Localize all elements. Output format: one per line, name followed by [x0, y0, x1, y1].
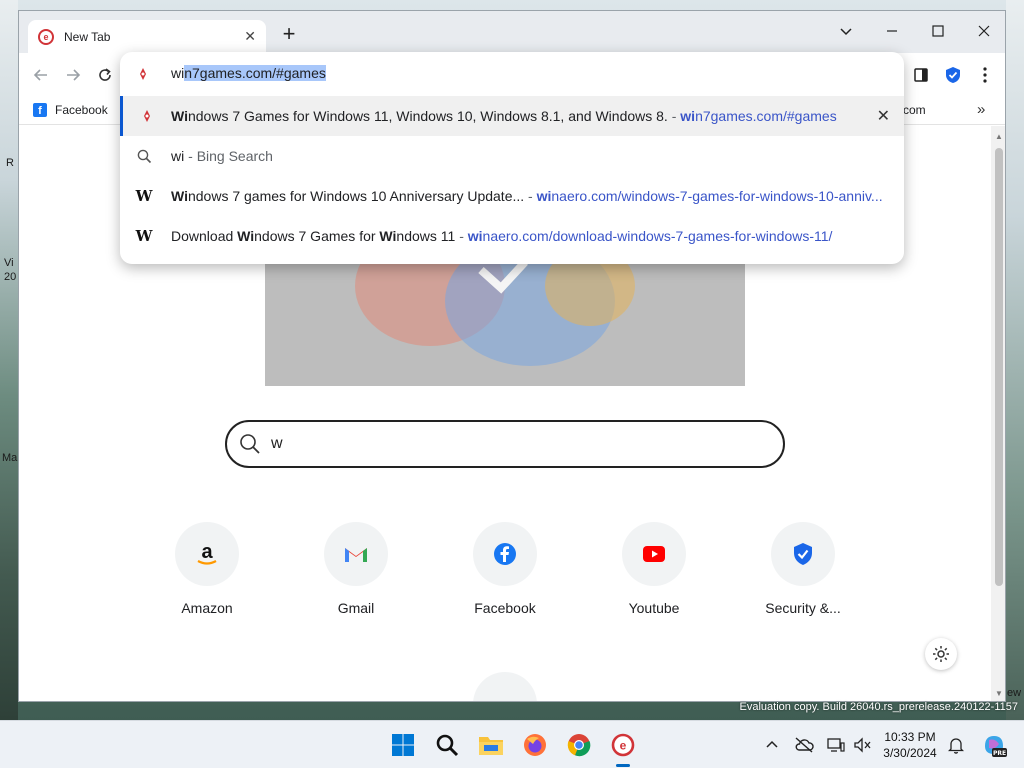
suggestion-row[interactable]: W Windows 7 games for Windows 10 Anniver…	[120, 176, 904, 216]
copilot-badge: PRE	[993, 750, 1006, 757]
suggestion-row[interactable]: Windows 7 Games for Windows 11, Windows …	[120, 96, 904, 136]
winaero-favicon-icon: W	[135, 187, 153, 205]
page-search-input[interactable]	[271, 435, 741, 453]
facebook-icon: f	[33, 103, 47, 117]
tab-favicon-icon: e	[38, 28, 54, 45]
tile-label: Security &...	[765, 600, 841, 616]
shortcut-facebook[interactable]: Facebook	[445, 522, 565, 616]
svg-text:a: a	[201, 541, 213, 563]
shield-extension-icon[interactable]	[941, 63, 965, 87]
address-bar[interactable]: win7games.com/#games	[120, 52, 904, 96]
tab-close-icon[interactable]: ✕	[244, 28, 256, 45]
tab-new-tab[interactable]: e New Tab ✕	[28, 20, 266, 53]
shortcut-security[interactable]: Security &...	[743, 522, 863, 616]
address-typed-text: wi	[171, 65, 185, 81]
suggestion-text: wi - Bing Search	[171, 148, 273, 164]
maximize-button[interactable]	[915, 17, 961, 45]
chevron-up-icon[interactable]	[762, 735, 782, 755]
windows-start-icon[interactable]	[389, 731, 417, 759]
win7games-favicon-icon	[139, 108, 155, 124]
firefox-icon[interactable]	[521, 731, 549, 759]
scroll-up-icon[interactable]: ▲	[995, 132, 1003, 141]
chrome-icon[interactable]	[565, 731, 593, 759]
page-search-box[interactable]	[225, 420, 785, 468]
title-bar: e New Tab ✕ +	[19, 11, 1005, 53]
file-explorer-icon[interactable]	[477, 731, 505, 759]
sidebar-toggle-icon[interactable]	[909, 63, 933, 87]
tile-label: Youtube	[628, 600, 680, 616]
suggestion-text: Download Windows 7 Games for Windows 11 …	[171, 228, 833, 244]
desktop-icon-label[interactable]: 20	[4, 271, 16, 283]
taskbar: e 10:33 PM 3/30/2024 PRE	[0, 720, 1024, 768]
active-app-indicator	[616, 764, 630, 767]
desktop-left-strip	[0, 0, 18, 720]
facebook-icon	[473, 522, 537, 586]
desktop-right-strip	[1006, 0, 1024, 720]
amazon-icon: a	[175, 522, 239, 586]
search-icon	[136, 148, 152, 164]
bookmark-label: Facebook	[55, 103, 108, 117]
tab-title: New Tab	[64, 29, 111, 44]
youtube-icon	[622, 522, 686, 586]
gmail-icon	[324, 522, 388, 586]
shortcut-youtube[interactable]: Youtube	[594, 522, 714, 616]
suggestion-row[interactable]: wi - Bing Search	[120, 136, 904, 176]
shortcut-gmail[interactable]: Gmail	[296, 522, 416, 616]
shortcut-amazon[interactable]: a Amazon	[147, 522, 267, 616]
forward-button[interactable]	[61, 63, 85, 87]
notification-bell-icon[interactable]	[946, 735, 966, 755]
desktop-icon-label[interactable]: Vi	[4, 257, 14, 269]
security-icon	[771, 522, 835, 586]
search-icon[interactable]	[433, 731, 461, 759]
menu-icon[interactable]	[973, 63, 997, 87]
settings-gear-icon[interactable]	[925, 638, 957, 670]
onedrive-offline-icon[interactable]	[794, 735, 814, 755]
partial-tile[interactable]	[473, 672, 537, 701]
suggestion-text: Windows 7 games for Windows 10 Anniversa…	[171, 188, 883, 204]
remove-suggestion-icon[interactable]: ✕	[877, 106, 890, 126]
tile-label: Facebook	[474, 600, 536, 616]
desktop-icon-label[interactable]: R	[6, 157, 14, 169]
shortcut-tiles: a Amazon Gmail Facebook Youtube Security…	[19, 522, 991, 632]
scrollbar-thumb[interactable]	[995, 148, 1003, 586]
bookmark-facebook[interactable]: f Facebook	[33, 103, 108, 117]
winaero-favicon-icon: W	[135, 227, 153, 245]
tab-search-chevron-icon[interactable]	[823, 17, 869, 45]
clock-time: 10:33 PM	[884, 730, 936, 744]
scroll-down-icon[interactable]: ▼	[995, 689, 1003, 698]
win7games-favicon-icon	[140, 68, 146, 80]
evaluation-watermark: Evaluation copy. Build 26040.rs_prerelea…	[739, 701, 1018, 713]
minimize-button[interactable]	[869, 17, 915, 45]
address-autocomplete-selection: n7games.com/#games	[184, 65, 326, 81]
copilot-icon[interactable]: PRE	[980, 731, 1008, 759]
bookmark-partial[interactable]: com	[903, 103, 926, 117]
close-window-button[interactable]	[961, 17, 1005, 45]
suggestion-text: Windows 7 Games for Windows 11, Windows …	[171, 108, 837, 124]
back-button[interactable]	[29, 63, 53, 87]
suggestion-row[interactable]: W Download Windows 7 Games for Windows 1…	[120, 216, 904, 256]
tile-label: Gmail	[337, 600, 375, 616]
search-icon	[240, 434, 260, 454]
desktop-icon-label[interactable]: Ma	[2, 452, 17, 464]
address-bar-text[interactable]: win7games.com/#games	[171, 65, 326, 81]
browser-app-icon[interactable]: e	[609, 731, 637, 759]
svg-text:e: e	[620, 739, 627, 753]
address-bar-dropdown[interactable]: win7games.com/#games Windows 7 Games for…	[120, 52, 904, 264]
clock-date: 3/30/2024	[883, 746, 937, 760]
hero-image	[265, 246, 745, 386]
tile-label: Amazon	[181, 600, 233, 616]
volume-muted-icon[interactable]	[852, 735, 872, 755]
reload-button[interactable]	[93, 63, 117, 87]
desktop-icon-label[interactable]: ew	[1007, 687, 1021, 699]
network-icon[interactable]	[826, 735, 846, 755]
system-clock[interactable]: 10:33 PM 3/30/2024	[880, 729, 940, 761]
more-bookmarks-button[interactable]: »	[977, 101, 985, 118]
new-tab-button[interactable]: +	[277, 23, 301, 47]
